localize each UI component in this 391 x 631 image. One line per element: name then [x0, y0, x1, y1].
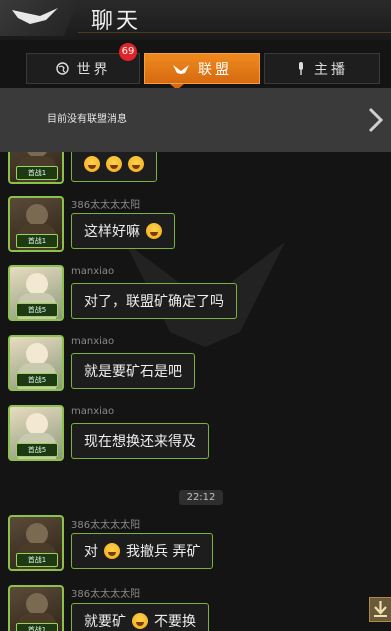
page-title: 聊天 — [91, 9, 142, 34]
avatar[interactable]: 首战1 — [8, 196, 64, 252]
download-arrow-icon — [374, 601, 387, 617]
avatar[interactable]: 首战5 — [8, 405, 64, 461]
chevron-right-icon[interactable] — [366, 106, 386, 134]
rank-badge: 首战1 — [16, 623, 58, 631]
microphone-icon — [299, 61, 303, 75]
rank-badge: 首战5 — [16, 373, 58, 387]
avatar[interactable]: 首战1 — [8, 152, 64, 184]
avatar-head — [26, 523, 48, 545]
message-bubble[interactable]: 对了，联盟矿确定了吗 — [71, 283, 237, 319]
timestamp-divider: 22:12 — [179, 490, 223, 505]
rank-badge: 首战5 — [16, 443, 58, 457]
message-text: 对 — [84, 544, 98, 560]
chat-message-list[interactable]: 首战1 首战1 386太太太太阳 这样好嘛 首战5 manxiao 对了，联盟矿… — [0, 152, 391, 631]
wings-logo-icon — [12, 8, 58, 24]
avatar-head — [26, 413, 48, 435]
sender-name: manxiao — [71, 336, 115, 347]
avatar[interactable]: 首战5 — [8, 265, 64, 321]
sender-name: manxiao — [71, 266, 115, 277]
tab-broadcast[interactable]: 主播 — [264, 53, 380, 84]
back-button[interactable] — [0, 0, 78, 36]
channel-tabs: 世界 联盟 主播 — [26, 53, 380, 84]
unread-badge: 69 — [119, 43, 137, 61]
globe-icon — [55, 62, 69, 75]
rank-badge: 首战1 — [16, 166, 58, 180]
message-bubble[interactable] — [71, 152, 157, 182]
message-text: 就要矿 — [84, 614, 126, 630]
message-bubble[interactable]: 就要矿 不要换 — [71, 603, 209, 631]
message-bubble[interactable]: 这样好嘛 — [71, 213, 175, 249]
tab-world-label: 世界 — [76, 61, 111, 78]
laughing-emoji-icon — [128, 156, 144, 172]
avatar[interactable]: 首战5 — [8, 335, 64, 391]
message-text: 对了，联盟矿确定了吗 — [84, 294, 224, 310]
laughing-emoji-icon — [146, 223, 162, 239]
laughing-emoji-icon — [104, 543, 120, 559]
message-text: 不要换 — [154, 614, 196, 630]
laughing-emoji-icon — [84, 156, 100, 172]
message-bubble[interactable]: 就是要矿石是吧 — [71, 353, 195, 389]
avatar[interactable]: 首战1 — [8, 585, 64, 631]
sender-name: manxiao — [71, 406, 115, 417]
avatar-head — [26, 273, 48, 295]
laughing-emoji-icon — [106, 156, 122, 172]
message-text: 我撤兵 弄矿 — [126, 544, 201, 560]
avatar[interactable]: 首战1 — [8, 515, 64, 571]
sender-name: 386太太太太阳 — [71, 589, 141, 600]
message-bubble[interactable]: 对 我撤兵 弄矿 — [71, 533, 214, 569]
alliance-wings-icon — [173, 64, 189, 74]
avatar-head — [26, 593, 48, 615]
alliance-notice-text: 目前没有联盟消息 — [47, 114, 127, 125]
rank-badge: 首战1 — [16, 234, 58, 248]
sender-name: 386太太太太阳 — [71, 520, 141, 531]
scroll-to-bottom-button[interactable] — [369, 597, 391, 622]
header-bar: 聊天 — [0, 0, 391, 40]
tab-broadcast-label: 主播 — [314, 61, 348, 78]
message-bubble[interactable]: 现在想换还来得及 — [71, 423, 209, 459]
title-divider — [78, 32, 391, 33]
message-text: 就是要矿石是吧 — [84, 364, 182, 380]
avatar-head — [26, 343, 48, 365]
rank-badge: 首战1 — [16, 553, 58, 567]
sender-name: 386太太太太阳 — [71, 200, 141, 211]
rank-badge: 首战5 — [16, 303, 58, 317]
tab-alliance-label: 联盟 — [198, 61, 232, 78]
avatar-head — [26, 204, 48, 226]
laughing-emoji-icon — [132, 613, 148, 629]
message-text: 现在想换还来得及 — [84, 434, 196, 450]
tab-alliance[interactable]: 联盟 — [144, 53, 260, 84]
alliance-notice-bar[interactable]: 目前没有联盟消息 — [0, 88, 391, 152]
message-text: 这样好嘛 — [84, 224, 140, 240]
